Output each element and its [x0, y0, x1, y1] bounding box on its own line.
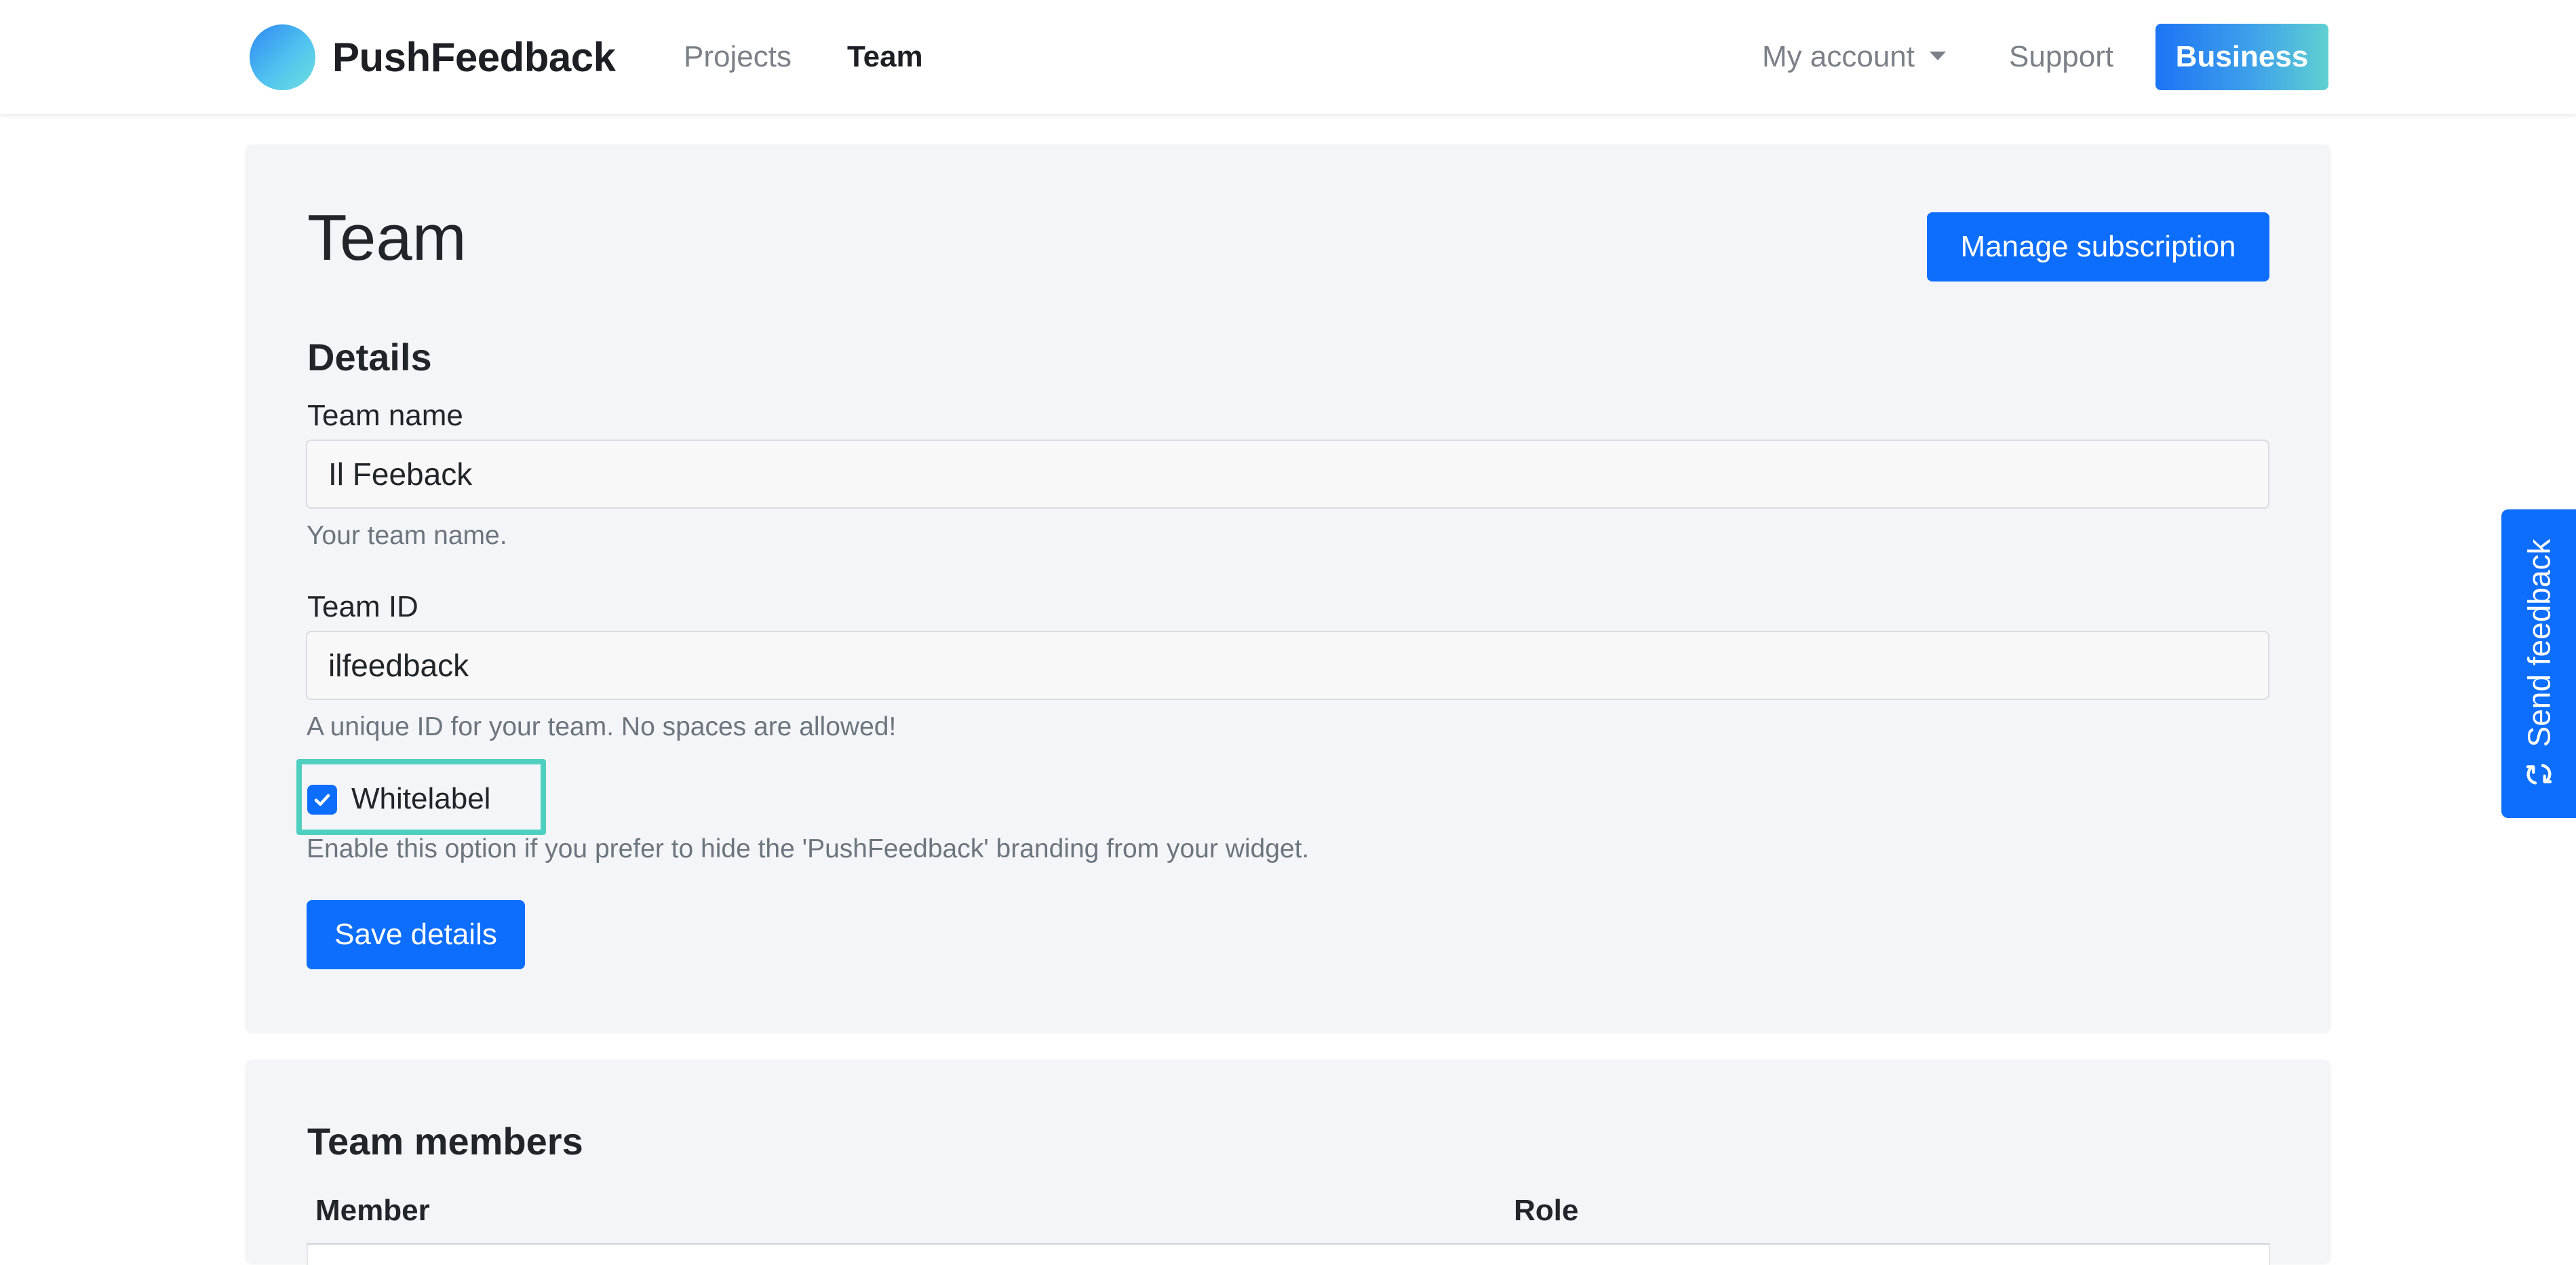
column-header-role: Role — [1514, 1194, 1579, 1227]
team-name-help: Your team name. — [307, 521, 507, 550]
brand-logo-icon — [250, 24, 315, 90]
save-details-button[interactable]: Save details — [307, 900, 525, 969]
top-navbar: PushFeedback Projects Team My account Su… — [0, 0, 2576, 115]
caret-down-icon — [1929, 51, 1946, 60]
manage-subscription-button[interactable]: Manage subscription — [1927, 212, 2269, 281]
nav-link-support[interactable]: Support — [2009, 38, 2113, 76]
column-header-member: Member — [315, 1194, 430, 1227]
nav-link-projects[interactable]: Projects — [684, 38, 792, 76]
team-name-input[interactable] — [306, 440, 2269, 509]
nav-link-team[interactable]: Team — [847, 38, 923, 76]
team-id-help: A unique ID for your team. No spaces are… — [307, 712, 897, 741]
page-title: Team — [307, 201, 467, 274]
brand-name: PushFeedback — [332, 35, 616, 80]
whitelabel-label[interactable]: Whitelabel — [351, 780, 490, 818]
details-heading: Details — [307, 336, 432, 378]
refresh-arrows-icon — [2526, 763, 2552, 784]
send-feedback-label: Send feedback — [2521, 539, 2556, 747]
checkmark-icon — [314, 794, 330, 806]
nav-dropdown-my-account[interactable]: My account — [1762, 38, 1946, 76]
team-id-input[interactable] — [306, 631, 2269, 700]
team-name-label: Team name — [307, 399, 463, 432]
send-feedback-tab[interactable]: Send feedback — [2501, 509, 2576, 818]
table-row — [307, 1245, 2270, 1265]
my-account-label: My account — [1762, 40, 1915, 73]
brand-home-link[interactable]: PushFeedback — [250, 24, 616, 90]
team-members-heading: Team members — [307, 1120, 583, 1163]
business-plan-button[interactable]: Business — [2155, 24, 2328, 90]
whitelabel-help: Enable this option if you prefer to hide… — [307, 834, 1310, 863]
team-id-label: Team ID — [307, 590, 418, 623]
whitelabel-checkbox[interactable] — [307, 785, 337, 815]
